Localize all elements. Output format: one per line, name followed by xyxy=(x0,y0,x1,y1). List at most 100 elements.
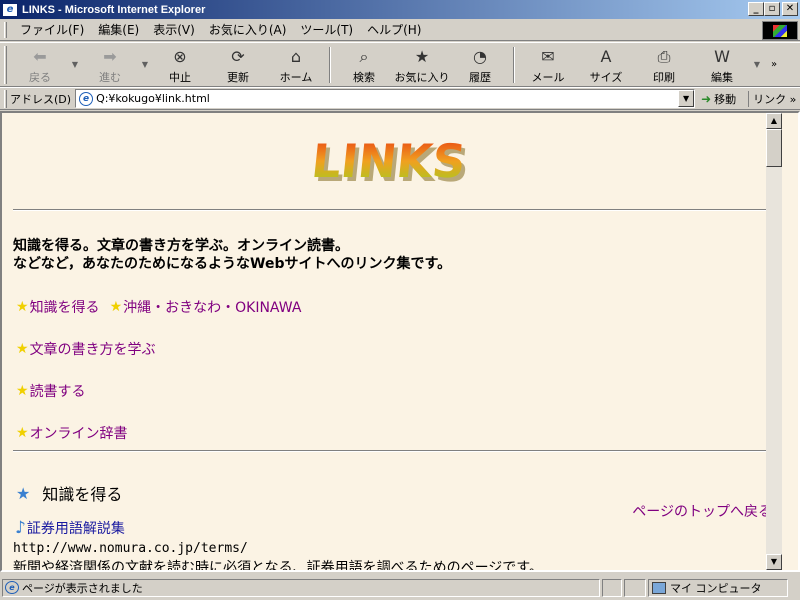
link-reading[interactable]: 読書する xyxy=(30,381,86,401)
menu-edit[interactable]: 編集(E) xyxy=(91,21,146,38)
favorites-button[interactable]: ★ お気に入り xyxy=(393,44,451,86)
edit-button[interactable]: W 編集 xyxy=(693,44,751,86)
star-icon: ★ xyxy=(109,299,123,315)
address-label: アドレス(D) xyxy=(10,92,72,106)
mail-button[interactable]: ✉ メール xyxy=(519,44,577,86)
font-size-icon: A xyxy=(600,47,612,66)
size-label: サイズ xyxy=(589,70,623,84)
scroll-thumb[interactable] xyxy=(766,129,782,167)
section-heading: ★ 知識を得る xyxy=(16,481,122,505)
menu-bar: ファイル(F) 編集(E) 表示(V) お気に入り(A) ツール(T) ヘルプ(… xyxy=(0,19,800,41)
forward-dropdown[interactable]: ▼ xyxy=(139,60,151,69)
edit-dropdown[interactable]: ▼ xyxy=(751,60,763,69)
star-icon: ★ xyxy=(16,383,29,399)
status-panel-empty xyxy=(602,578,622,597)
forward-button[interactable]: ➡ 進む xyxy=(81,44,139,86)
refresh-label: 更新 xyxy=(227,70,249,84)
status-message-panel: e ページが表示されました xyxy=(2,578,600,597)
favorites-label: お気に入り xyxy=(394,70,450,84)
link-okinawa[interactable]: 沖縄・おきなわ・OKINAWA xyxy=(123,297,301,317)
entry-url: http://www.nomura.co.jp/terms/ xyxy=(13,541,248,556)
section-title: 知識を得る xyxy=(42,485,123,504)
status-panel-empty xyxy=(624,578,646,597)
nav-links-row-2: ★ 文章の書き方を学ぶ xyxy=(16,339,156,359)
address-url[interactable]: Q:¥kokugo¥link.html xyxy=(96,92,210,105)
star-icon: ★ xyxy=(16,341,29,357)
title-bar: e LINKS - Microsoft Internet Explorer _ … xyxy=(0,0,800,19)
menu-tools[interactable]: ツール(T) xyxy=(293,21,360,38)
scroll-up-button[interactable]: ▲ xyxy=(766,113,782,129)
web-page: LINKS LINKS 知識を得る。文章の書き方を学ぶ。オンライン読書。 などな… xyxy=(2,113,782,570)
status-bar: e ページが表示されました マイ コンピュータ xyxy=(0,575,800,600)
window-controls: _ ▫ ✕ xyxy=(748,2,798,16)
close-button[interactable]: ✕ xyxy=(782,2,798,16)
menu-help[interactable]: ヘルプ(H) xyxy=(360,21,428,38)
page-done-icon: e xyxy=(5,581,19,594)
search-button[interactable]: ⌕ 検索 xyxy=(335,44,393,86)
link-dictionary[interactable]: オンライン辞書 xyxy=(30,423,128,443)
scroll-down-button[interactable]: ▼ xyxy=(766,554,782,570)
home-icon: ⌂ xyxy=(290,47,302,66)
nav-links-row-3: ★ 読書する xyxy=(16,381,86,401)
windows-throbber xyxy=(762,21,798,40)
address-dropdown-button[interactable]: ▼ xyxy=(678,90,695,107)
go-arrow-icon: ➜ xyxy=(701,91,712,106)
menubar-grip[interactable] xyxy=(4,21,7,38)
toolbar-separator xyxy=(329,46,331,83)
toolbar-separator xyxy=(513,46,515,83)
vertical-scrollbar[interactable]: ▲ ▼ xyxy=(766,113,782,570)
go-label: 移動 xyxy=(714,92,737,106)
go-button[interactable]: ➜ 移動 xyxy=(701,91,736,107)
print-button[interactable]: ⎙ 印刷 xyxy=(635,44,693,86)
home-button[interactable]: ⌂ ホーム xyxy=(267,44,325,86)
address-input[interactable]: e Q:¥kokugo¥link.html ▼ xyxy=(75,89,696,108)
links-toolbar-button[interactable]: リンク » xyxy=(748,90,796,107)
mail-label: メール xyxy=(531,70,565,84)
addressbar-grip[interactable] xyxy=(4,89,7,108)
toolbar-more-chevron[interactable]: » xyxy=(771,59,777,70)
star-icon: ★ xyxy=(16,425,29,441)
print-label: 印刷 xyxy=(653,70,675,84)
entry-description: 新聞や経済関係の文献を読む時に必須となる、証券用語を調べるためのページです。 xyxy=(13,560,543,572)
divider-top xyxy=(13,209,774,211)
window-title: LINKS - Microsoft Internet Explorer xyxy=(22,3,206,16)
stop-button[interactable]: ⊗ 中止 xyxy=(151,44,209,86)
forward-label: 進む xyxy=(99,70,121,84)
menu-view[interactable]: 表示(V) xyxy=(146,21,202,38)
edit-document-icon: W xyxy=(714,47,730,66)
history-button[interactable]: ◔ 履歴 xyxy=(451,44,509,86)
zone-label: マイ コンピュータ xyxy=(670,581,762,595)
link-writing[interactable]: 文章の書き方を学ぶ xyxy=(30,339,156,359)
links-logo-graphic: LINKS LINKS xyxy=(309,134,472,192)
back-dropdown[interactable]: ▼ xyxy=(69,60,81,69)
size-button[interactable]: A サイズ xyxy=(577,44,635,86)
maximize-button[interactable]: ▫ xyxy=(764,2,780,16)
mail-icon: ✉ xyxy=(541,47,555,66)
toolbar-grip[interactable] xyxy=(4,45,7,84)
search-label: 検索 xyxy=(353,70,375,84)
link-knowledge[interactable]: 知識を得る xyxy=(30,297,100,317)
menu-file[interactable]: ファイル(F) xyxy=(13,21,91,38)
back-to-top-link[interactable]: ページのトップへ戻る xyxy=(632,501,772,521)
page-icon: e xyxy=(79,91,94,106)
nav-links-row-1: ★ 知識を得る ★ 沖縄・おきなわ・OKINAWA xyxy=(16,297,301,317)
menu-favorites[interactable]: お気に入り(A) xyxy=(202,21,294,38)
links-logo: LINKS LINKS xyxy=(282,129,502,193)
ie-icon: e xyxy=(2,2,18,17)
history-label: 履歴 xyxy=(469,70,491,84)
blue-star-icon: ★ xyxy=(16,483,31,503)
intro-line-1: 知識を得る。文章の書き方を学ぶ。オンライン読書。 xyxy=(13,238,349,254)
content-viewport: LINKS LINKS 知識を得る。文章の書き方を学ぶ。オンライン読書。 などな… xyxy=(0,111,800,572)
refresh-icon: ⟳ xyxy=(231,47,245,66)
security-zone-panel: マイ コンピュータ xyxy=(648,578,788,597)
minimize-button[interactable]: _ xyxy=(748,2,764,16)
back-button[interactable]: ⬅ 戻る xyxy=(11,44,69,86)
entry-title-link[interactable]: 証券用語解説集 xyxy=(27,518,125,538)
music-note-icon: ♪ xyxy=(15,518,26,538)
nav-links-row-4: ★ オンライン辞書 xyxy=(16,423,128,443)
entry-link-row: ♪ 証券用語解説集 xyxy=(15,518,125,538)
my-computer-icon xyxy=(652,581,666,594)
refresh-button[interactable]: ⟳ 更新 xyxy=(209,44,267,86)
windows-logo-icon xyxy=(773,24,787,37)
star-icon: ★ xyxy=(16,299,29,315)
